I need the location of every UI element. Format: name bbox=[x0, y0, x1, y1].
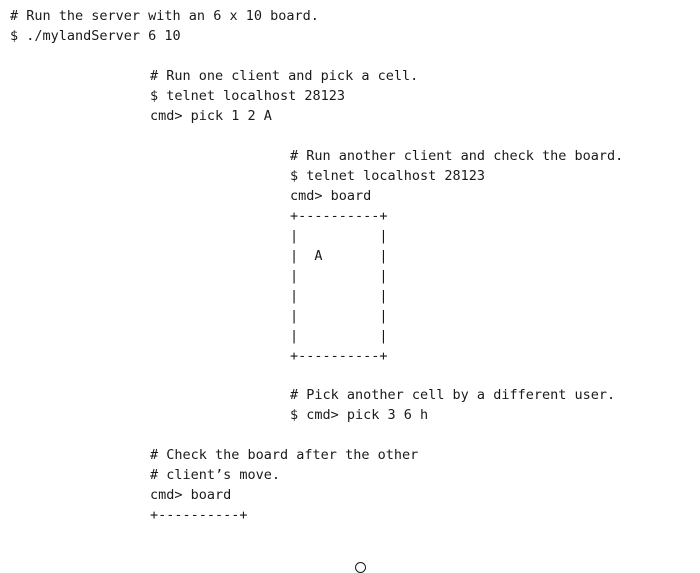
client2-session-block: # Run another client and check the board… bbox=[290, 146, 623, 366]
client1-pick-command-line: cmd> pick 1 2 A bbox=[150, 108, 272, 124]
check-session-block: # Check the board after the other # clie… bbox=[150, 445, 418, 525]
pick2-command-line: $ cmd> pick 3 6 h bbox=[290, 407, 429, 423]
pick2-comment-line: # Pick another cell by a different user. bbox=[290, 387, 616, 403]
board-top-border: +----------+ bbox=[290, 208, 388, 224]
check-comment-line: # Check the board after the other bbox=[150, 447, 419, 463]
board-top-border: +----------+ bbox=[150, 507, 248, 523]
board-bottom-border: +----------+ bbox=[290, 348, 388, 364]
client1-comment-line: # Run one client and pick a cell. bbox=[150, 68, 419, 84]
check-board-command-line: cmd> board bbox=[150, 487, 232, 503]
client2-board-command-line: cmd> board bbox=[290, 188, 372, 204]
client2-telnet-line: $ telnet localhost 28123 bbox=[290, 168, 486, 184]
board-row: | | bbox=[290, 328, 388, 344]
check-comment-line: # client’s move. bbox=[150, 467, 281, 483]
board-row: | | bbox=[290, 308, 388, 324]
server-session-block: # Run the server with an 6 x 10 board. $… bbox=[10, 6, 319, 46]
server-comment-line: # Run the server with an 6 x 10 board. bbox=[10, 8, 319, 24]
client1-session-block: # Run one client and pick a cell. $ teln… bbox=[150, 66, 418, 126]
client1-telnet-line: $ telnet localhost 28123 bbox=[150, 88, 346, 104]
board-row: | | bbox=[290, 268, 388, 284]
client2-comment-line: # Run another client and check the board… bbox=[290, 148, 624, 164]
page-number-fragment bbox=[355, 562, 366, 573]
server-command-line: $ ./mylandServer 6 10 bbox=[10, 28, 181, 44]
pick2-session-block: # Pick another cell by a different user.… bbox=[290, 385, 615, 425]
board-row: | | bbox=[290, 288, 388, 304]
board-row: | A | bbox=[290, 248, 388, 264]
board-row: | | bbox=[290, 228, 388, 244]
